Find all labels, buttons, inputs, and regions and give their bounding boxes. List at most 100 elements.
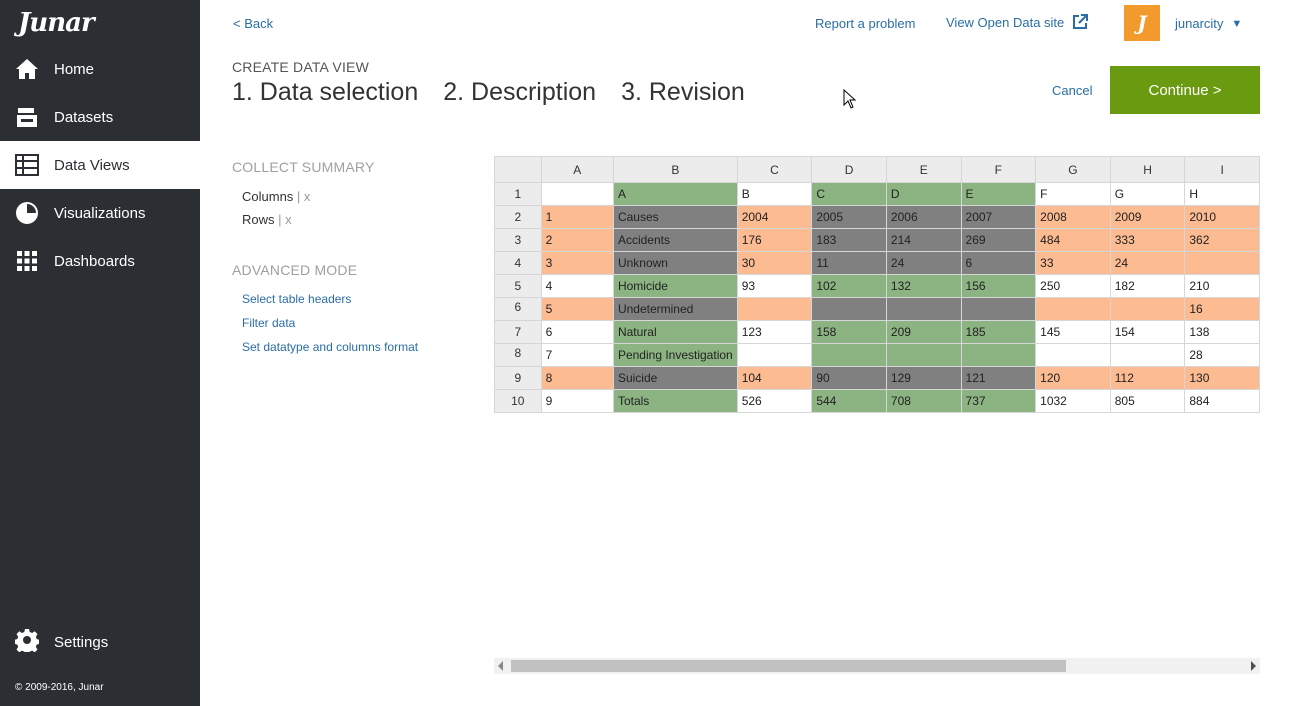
table-cell[interactable]: 209 xyxy=(885,320,962,344)
table-cell[interactable]: 28 xyxy=(1184,343,1260,367)
table-cell[interactable] xyxy=(960,297,1037,321)
table-cell[interactable]: 132 xyxy=(885,274,962,298)
table-cell[interactable]: 8 xyxy=(540,366,614,390)
table-cell[interactable] xyxy=(885,297,962,321)
avatar[interactable]: J xyxy=(1124,5,1160,41)
table-cell[interactable]: 526 xyxy=(736,389,813,413)
table-cell[interactable]: 250 xyxy=(1035,274,1111,298)
row-header[interactable]: 5 xyxy=(494,274,542,298)
table-cell[interactable]: 16 xyxy=(1184,297,1260,321)
table-cell[interactable]: 104 xyxy=(736,366,813,390)
sidebar-item-visualizations[interactable]: Visualizations xyxy=(0,189,200,237)
table-cell[interactable]: 6 xyxy=(540,320,614,344)
table-cell[interactable]: 154 xyxy=(1109,320,1186,344)
table-cell[interactable] xyxy=(1035,297,1111,321)
table-cell[interactable]: Undetermined xyxy=(612,297,738,321)
table-cell[interactable]: Homicide xyxy=(612,274,738,298)
table-cell[interactable]: 129 xyxy=(885,366,962,390)
table-cell[interactable]: 708 xyxy=(885,389,962,413)
table-cell[interactable]: A xyxy=(612,182,738,206)
table-cell[interactable]: 156 xyxy=(960,274,1037,298)
column-header[interactable]: I xyxy=(1184,156,1260,183)
table-cell[interactable]: 130 xyxy=(1184,366,1260,390)
row-header[interactable]: 1 xyxy=(494,182,542,206)
table-cell[interactable]: D xyxy=(885,182,962,206)
table-cell[interactable]: F xyxy=(1035,182,1111,206)
table-cell[interactable]: 24 xyxy=(1109,251,1186,275)
table-cell[interactable]: 5 xyxy=(540,297,614,321)
table-cell[interactable]: 884 xyxy=(1184,389,1260,413)
sidebar-item-dashboards[interactable]: Dashboards xyxy=(0,237,200,285)
row-header[interactable]: 4 xyxy=(494,251,542,275)
table-cell[interactable]: 90 xyxy=(811,366,887,390)
table-cell[interactable]: 24 xyxy=(885,251,962,275)
table-cell[interactable] xyxy=(1109,297,1186,321)
table-cell[interactable]: Unknown xyxy=(612,251,738,275)
scroll-left-icon[interactable] xyxy=(498,661,503,671)
data-grid[interactable]: ABCDEFGHI 1 A B C D E F G H 2 1 Causes 2004 2005 2006 2… xyxy=(494,156,1260,413)
table-cell[interactable] xyxy=(540,182,614,206)
table-cell[interactable]: 33 xyxy=(1035,251,1111,275)
column-header[interactable]: E xyxy=(885,156,962,183)
table-cell[interactable]: E xyxy=(960,182,1037,206)
table-cell[interactable] xyxy=(811,343,887,367)
table-cell[interactable] xyxy=(736,297,813,321)
table-cell[interactable]: 6 xyxy=(960,251,1037,275)
table-cell[interactable]: Natural xyxy=(612,320,738,344)
view-open-data-link[interactable]: View Open Data site xyxy=(946,14,1089,30)
column-header[interactable]: A xyxy=(540,156,614,183)
table-cell[interactable]: 2009 xyxy=(1109,205,1186,229)
table-cell[interactable]: 2006 xyxy=(885,205,962,229)
sidebar-item-settings[interactable]: Settings xyxy=(0,618,200,666)
column-header[interactable]: D xyxy=(811,156,887,183)
table-cell[interactable]: 3 xyxy=(540,251,614,275)
table-cell[interactable]: B xyxy=(736,182,813,206)
table-cell[interactable]: 805 xyxy=(1109,389,1186,413)
table-cell[interactable]: 138 xyxy=(1184,320,1260,344)
table-cell[interactable]: 182 xyxy=(1109,274,1186,298)
sidebar-item-data-views[interactable]: Data Views xyxy=(0,141,200,189)
table-cell[interactable]: 2007 xyxy=(960,205,1037,229)
row-header[interactable]: 10 xyxy=(494,389,542,413)
select-table-headers-link[interactable]: Select table headers xyxy=(242,292,351,306)
scroll-right-icon[interactable] xyxy=(1251,661,1256,671)
table-cell[interactable]: 2005 xyxy=(811,205,887,229)
set-datatype-link[interactable]: Set datatype and columns format xyxy=(242,340,418,354)
table-cell[interactable]: Totals xyxy=(612,389,738,413)
table-cell[interactable]: 737 xyxy=(960,389,1037,413)
table-cell[interactable]: 214 xyxy=(885,228,962,252)
table-cell[interactable]: 7 xyxy=(540,343,614,367)
cancel-button[interactable]: Cancel xyxy=(1052,83,1092,98)
report-problem-link[interactable]: Report a problem xyxy=(815,16,915,31)
sidebar-item-datasets[interactable]: Datasets xyxy=(0,93,200,141)
table-cell[interactable]: 176 xyxy=(736,228,813,252)
table-cell[interactable]: 120 xyxy=(1035,366,1111,390)
table-cell[interactable]: 2 xyxy=(540,228,614,252)
column-header[interactable]: F xyxy=(960,156,1037,183)
table-cell[interactable]: 93 xyxy=(736,274,813,298)
table-cell[interactable]: 333 xyxy=(1109,228,1186,252)
table-cell[interactable]: 112 xyxy=(1109,366,1186,390)
table-cell[interactable]: 2008 xyxy=(1035,205,1111,229)
table-cell[interactable]: 9 xyxy=(540,389,614,413)
row-header[interactable]: 7 xyxy=(494,320,542,344)
junar-logo[interactable]: Junar xyxy=(18,4,95,42)
data-grid-viewport[interactable]: ABCDEFGHI 1 A B C D E F G H 2 1 Causes 2004 2005 2006 2… xyxy=(494,156,1260,456)
table-cell[interactable] xyxy=(736,343,813,367)
column-header[interactable]: G xyxy=(1035,156,1111,183)
table-cell[interactable]: C xyxy=(811,182,887,206)
table-cell[interactable] xyxy=(1184,251,1260,275)
table-cell[interactable] xyxy=(1109,343,1186,367)
column-header[interactable]: H xyxy=(1109,156,1186,183)
table-cell[interactable]: 123 xyxy=(736,320,813,344)
summary-rows-remove[interactable]: | x xyxy=(278,212,292,227)
row-header[interactable]: 2 xyxy=(494,205,542,229)
summary-columns-remove[interactable]: | x xyxy=(297,189,311,204)
table-cell[interactable]: 4 xyxy=(540,274,614,298)
row-header[interactable]: 3 xyxy=(494,228,542,252)
table-cell[interactable]: 210 xyxy=(1184,274,1260,298)
table-cell[interactable] xyxy=(885,343,962,367)
table-cell[interactable]: 185 xyxy=(960,320,1037,344)
table-cell[interactable] xyxy=(811,297,887,321)
table-cell[interactable]: H xyxy=(1184,182,1260,206)
